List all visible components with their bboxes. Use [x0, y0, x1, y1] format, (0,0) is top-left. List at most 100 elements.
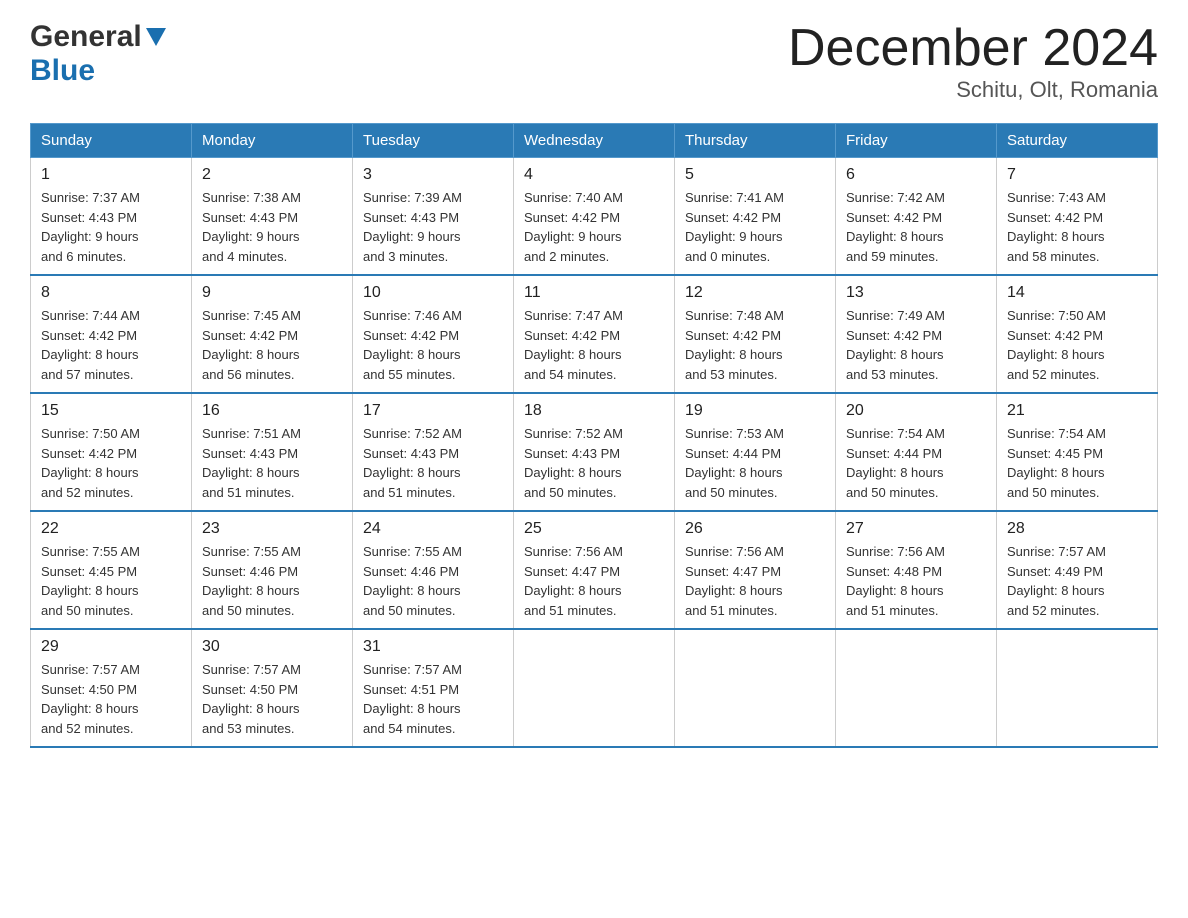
header-sunday: Sunday — [31, 124, 192, 158]
logo-blue-text: Blue — [30, 54, 95, 87]
calendar-table: Sunday Monday Tuesday Wednesday Thursday… — [30, 123, 1158, 748]
day-info: Sunrise: 7:52 AMSunset: 4:43 PMDaylight:… — [524, 424, 664, 502]
day-number: 12 — [685, 284, 825, 302]
day-info: Sunrise: 7:52 AMSunset: 4:43 PMDaylight:… — [363, 424, 503, 502]
day-info: Sunrise: 7:50 AMSunset: 4:42 PMDaylight:… — [1007, 306, 1147, 384]
day-info: Sunrise: 7:57 AMSunset: 4:51 PMDaylight:… — [363, 660, 503, 738]
header-monday: Monday — [192, 124, 353, 158]
day-info: Sunrise: 7:41 AMSunset: 4:42 PMDaylight:… — [685, 188, 825, 266]
day-number: 7 — [1007, 166, 1147, 184]
day-number: 24 — [363, 520, 503, 538]
title-area: December 2024 Schitu, Olt, Romania — [788, 20, 1158, 103]
day-info: Sunrise: 7:56 AMSunset: 4:48 PMDaylight:… — [846, 542, 986, 620]
day-info: Sunrise: 7:39 AMSunset: 4:43 PMDaylight:… — [363, 188, 503, 266]
calendar-day-cell: 15 Sunrise: 7:50 AMSunset: 4:42 PMDaylig… — [31, 393, 192, 511]
calendar-week-row: 15 Sunrise: 7:50 AMSunset: 4:42 PMDaylig… — [31, 393, 1158, 511]
day-info: Sunrise: 7:43 AMSunset: 4:42 PMDaylight:… — [1007, 188, 1147, 266]
calendar-week-row: 1 Sunrise: 7:37 AMSunset: 4:43 PMDayligh… — [31, 158, 1158, 276]
calendar-day-cell: 12 Sunrise: 7:48 AMSunset: 4:42 PMDaylig… — [675, 275, 836, 393]
calendar-day-cell: 3 Sunrise: 7:39 AMSunset: 4:43 PMDayligh… — [353, 158, 514, 276]
location-text: Schitu, Olt, Romania — [788, 77, 1158, 103]
calendar-day-cell: 24 Sunrise: 7:55 AMSunset: 4:46 PMDaylig… — [353, 511, 514, 629]
header-wednesday: Wednesday — [514, 124, 675, 158]
calendar-week-row: 29 Sunrise: 7:57 AMSunset: 4:50 PMDaylig… — [31, 629, 1158, 747]
day-number: 25 — [524, 520, 664, 538]
day-info: Sunrise: 7:57 AMSunset: 4:50 PMDaylight:… — [41, 660, 181, 738]
calendar-day-cell: 18 Sunrise: 7:52 AMSunset: 4:43 PMDaylig… — [514, 393, 675, 511]
calendar-day-cell: 26 Sunrise: 7:56 AMSunset: 4:47 PMDaylig… — [675, 511, 836, 629]
day-info: Sunrise: 7:45 AMSunset: 4:42 PMDaylight:… — [202, 306, 342, 384]
day-number: 16 — [202, 402, 342, 420]
calendar-day-cell — [514, 629, 675, 747]
day-info: Sunrise: 7:47 AMSunset: 4:42 PMDaylight:… — [524, 306, 664, 384]
calendar-day-cell: 6 Sunrise: 7:42 AMSunset: 4:42 PMDayligh… — [836, 158, 997, 276]
day-number: 5 — [685, 166, 825, 184]
day-info: Sunrise: 7:55 AMSunset: 4:46 PMDaylight:… — [363, 542, 503, 620]
calendar-week-row: 8 Sunrise: 7:44 AMSunset: 4:42 PMDayligh… — [31, 275, 1158, 393]
day-number: 10 — [363, 284, 503, 302]
calendar-day-cell: 17 Sunrise: 7:52 AMSunset: 4:43 PMDaylig… — [353, 393, 514, 511]
day-info: Sunrise: 7:57 AMSunset: 4:49 PMDaylight:… — [1007, 542, 1147, 620]
day-number: 19 — [685, 402, 825, 420]
calendar-day-cell: 4 Sunrise: 7:40 AMSunset: 4:42 PMDayligh… — [514, 158, 675, 276]
calendar-week-row: 22 Sunrise: 7:55 AMSunset: 4:45 PMDaylig… — [31, 511, 1158, 629]
header-tuesday: Tuesday — [353, 124, 514, 158]
day-number: 23 — [202, 520, 342, 538]
calendar-day-cell: 1 Sunrise: 7:37 AMSunset: 4:43 PMDayligh… — [31, 158, 192, 276]
calendar-day-cell: 28 Sunrise: 7:57 AMSunset: 4:49 PMDaylig… — [997, 511, 1158, 629]
calendar-day-cell: 20 Sunrise: 7:54 AMSunset: 4:44 PMDaylig… — [836, 393, 997, 511]
day-number: 6 — [846, 166, 986, 184]
day-info: Sunrise: 7:51 AMSunset: 4:43 PMDaylight:… — [202, 424, 342, 502]
calendar-day-cell: 11 Sunrise: 7:47 AMSunset: 4:42 PMDaylig… — [514, 275, 675, 393]
calendar-day-cell: 5 Sunrise: 7:41 AMSunset: 4:42 PMDayligh… — [675, 158, 836, 276]
logo-triangle-icon — [146, 28, 166, 50]
calendar-day-cell — [997, 629, 1158, 747]
day-number: 13 — [846, 284, 986, 302]
day-info: Sunrise: 7:50 AMSunset: 4:42 PMDaylight:… — [41, 424, 181, 502]
day-info: Sunrise: 7:54 AMSunset: 4:44 PMDaylight:… — [846, 424, 986, 502]
day-number: 8 — [41, 284, 181, 302]
calendar-day-cell: 22 Sunrise: 7:55 AMSunset: 4:45 PMDaylig… — [31, 511, 192, 629]
calendar-day-cell: 16 Sunrise: 7:51 AMSunset: 4:43 PMDaylig… — [192, 393, 353, 511]
day-info: Sunrise: 7:56 AMSunset: 4:47 PMDaylight:… — [524, 542, 664, 620]
calendar-day-cell: 27 Sunrise: 7:56 AMSunset: 4:48 PMDaylig… — [836, 511, 997, 629]
day-info: Sunrise: 7:40 AMSunset: 4:42 PMDaylight:… — [524, 188, 664, 266]
day-number: 30 — [202, 638, 342, 656]
header-friday: Friday — [836, 124, 997, 158]
day-number: 20 — [846, 402, 986, 420]
calendar-day-cell: 31 Sunrise: 7:57 AMSunset: 4:51 PMDaylig… — [353, 629, 514, 747]
day-info: Sunrise: 7:53 AMSunset: 4:44 PMDaylight:… — [685, 424, 825, 502]
day-number: 9 — [202, 284, 342, 302]
day-info: Sunrise: 7:49 AMSunset: 4:42 PMDaylight:… — [846, 306, 986, 384]
calendar-day-cell: 14 Sunrise: 7:50 AMSunset: 4:42 PMDaylig… — [997, 275, 1158, 393]
calendar-day-cell: 21 Sunrise: 7:54 AMSunset: 4:45 PMDaylig… — [997, 393, 1158, 511]
day-info: Sunrise: 7:56 AMSunset: 4:47 PMDaylight:… — [685, 542, 825, 620]
header-saturday: Saturday — [997, 124, 1158, 158]
day-info: Sunrise: 7:37 AMSunset: 4:43 PMDaylight:… — [41, 188, 181, 266]
day-info: Sunrise: 7:38 AMSunset: 4:43 PMDaylight:… — [202, 188, 342, 266]
day-number: 31 — [363, 638, 503, 656]
day-number: 27 — [846, 520, 986, 538]
calendar-day-cell: 10 Sunrise: 7:46 AMSunset: 4:42 PMDaylig… — [353, 275, 514, 393]
day-number: 15 — [41, 402, 181, 420]
day-info: Sunrise: 7:46 AMSunset: 4:42 PMDaylight:… — [363, 306, 503, 384]
day-number: 3 — [363, 166, 503, 184]
day-number: 2 — [202, 166, 342, 184]
logo-general-text: General — [30, 20, 142, 54]
calendar-day-cell: 19 Sunrise: 7:53 AMSunset: 4:44 PMDaylig… — [675, 393, 836, 511]
day-info: Sunrise: 7:42 AMSunset: 4:42 PMDaylight:… — [846, 188, 986, 266]
day-info: Sunrise: 7:57 AMSunset: 4:50 PMDaylight:… — [202, 660, 342, 738]
day-number: 18 — [524, 402, 664, 420]
day-info: Sunrise: 7:44 AMSunset: 4:42 PMDaylight:… — [41, 306, 181, 384]
day-number: 11 — [524, 284, 664, 302]
day-info: Sunrise: 7:55 AMSunset: 4:46 PMDaylight:… — [202, 542, 342, 620]
day-number: 14 — [1007, 284, 1147, 302]
calendar-day-cell: 25 Sunrise: 7:56 AMSunset: 4:47 PMDaylig… — [514, 511, 675, 629]
calendar-day-cell: 23 Sunrise: 7:55 AMSunset: 4:46 PMDaylig… — [192, 511, 353, 629]
day-number: 17 — [363, 402, 503, 420]
month-title: December 2024 — [788, 20, 1158, 77]
calendar-day-cell: 2 Sunrise: 7:38 AMSunset: 4:43 PMDayligh… — [192, 158, 353, 276]
day-info: Sunrise: 7:54 AMSunset: 4:45 PMDaylight:… — [1007, 424, 1147, 502]
day-number: 1 — [41, 166, 181, 184]
logo: General Blue — [30, 20, 166, 88]
